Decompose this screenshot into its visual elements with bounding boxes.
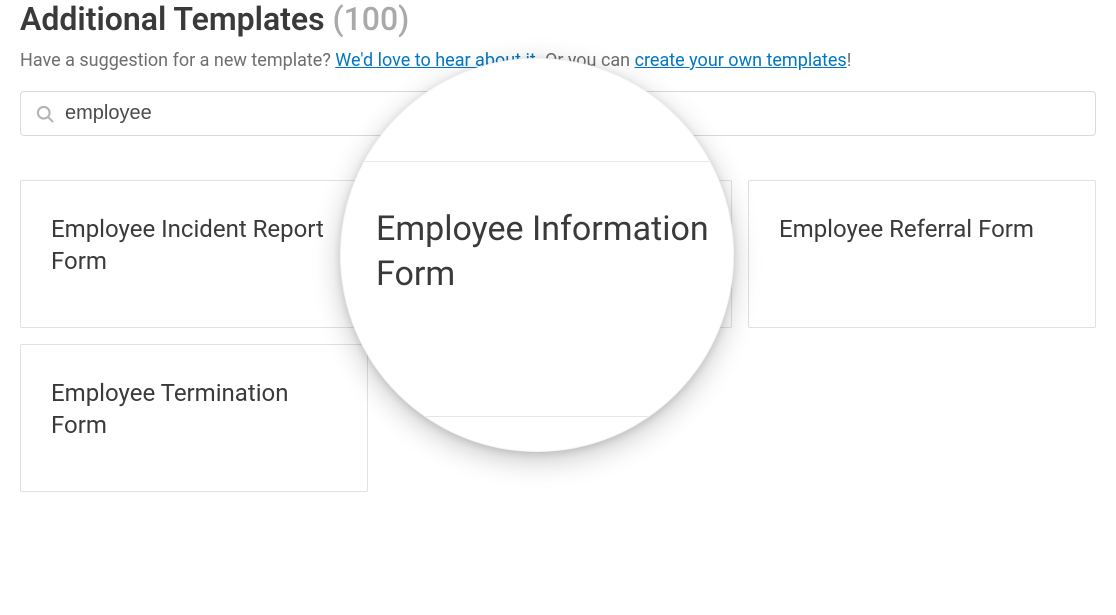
template-card-termination[interactable]: Employee Termination Form xyxy=(20,344,368,492)
magnifier-divider-top xyxy=(341,161,733,162)
suggestion-suffix: ! xyxy=(847,50,852,71)
template-label: Employee Termination Form xyxy=(51,377,337,442)
search-icon xyxy=(35,104,55,124)
page-title-text: Additional Templates xyxy=(20,0,325,38)
suggestion-prefix: Have a suggestion for a new template? xyxy=(20,50,335,71)
magnifier-divider-bottom xyxy=(341,416,733,417)
magnifier-template-title: Employee Information Form xyxy=(376,207,713,297)
template-card-incident-report[interactable]: Employee Incident Report Form xyxy=(20,180,368,328)
page-title: Additional Templates (100) xyxy=(20,0,1096,38)
template-count: (100) xyxy=(333,0,410,38)
magnifier-lens: Employee Information Form xyxy=(340,58,734,452)
template-card-referral[interactable]: Employee Referral Form xyxy=(748,180,1096,328)
template-label: Employee Incident Report Form xyxy=(51,213,337,278)
template-label: Employee Referral Form xyxy=(779,213,1034,245)
magnifier-content: Employee Information Form xyxy=(341,59,733,451)
